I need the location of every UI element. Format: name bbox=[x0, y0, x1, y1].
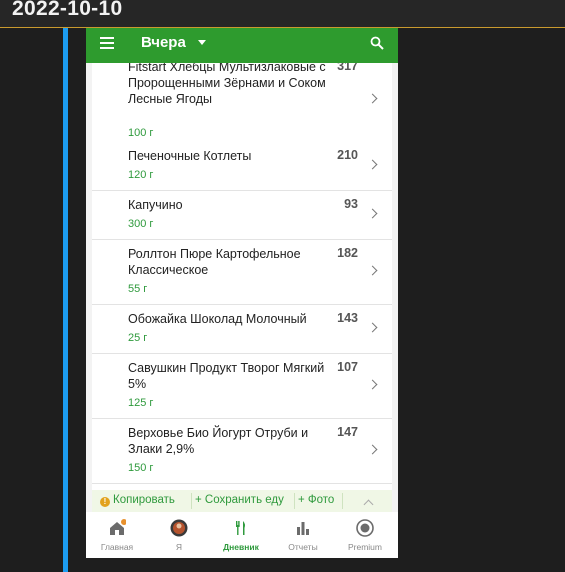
nav-label: Отчеты bbox=[288, 542, 318, 552]
food-calories: 147 bbox=[337, 425, 358, 439]
copy-icon: ! bbox=[100, 497, 110, 507]
food-item[interactable]: Роллтон Пюре Картофельное Классическое 1… bbox=[92, 240, 392, 305]
food-calories: 210 bbox=[337, 148, 358, 162]
meal-action-bar: ! Копировать + Сохранить еду + Фото bbox=[92, 490, 392, 512]
divider bbox=[191, 493, 192, 509]
nav-home[interactable]: Главная bbox=[86, 512, 148, 558]
accent-bar bbox=[63, 28, 68, 572]
search-icon[interactable] bbox=[370, 36, 384, 50]
food-item[interactable]: Савушкин Продукт Творог Мягкий 5% 107 12… bbox=[92, 354, 392, 419]
food-amount: 25 г bbox=[128, 332, 148, 344]
food-name: Савушкин Продукт Творог Мягкий 5% bbox=[128, 361, 325, 391]
food-calories: 182 bbox=[337, 246, 358, 260]
menu-icon[interactable] bbox=[100, 37, 114, 49]
food-item[interactable]: Обожайка Шоколад Молочный 143 25 г bbox=[92, 305, 392, 354]
copy-label: Копировать bbox=[113, 494, 175, 506]
food-name: Роллтон Пюре Картофельное Классическое bbox=[128, 247, 301, 277]
chevron-right-icon bbox=[367, 208, 378, 219]
caret-down-icon[interactable] bbox=[198, 40, 206, 45]
food-item[interactable]: Fitstart Хлебцы Мультизлаковые с Пророще… bbox=[92, 63, 392, 143]
nav-profile[interactable]: Я bbox=[148, 512, 210, 558]
food-item[interactable]: Верховье Био Йогурт Отруби и Злаки 2,9% … bbox=[92, 419, 392, 484]
home-icon bbox=[110, 519, 126, 535]
food-amount: 125 г bbox=[128, 397, 154, 409]
food-name: Верховье Био Йогурт Отруби и Злаки 2,9% bbox=[128, 426, 309, 456]
food-calories: 143 bbox=[337, 311, 358, 325]
nav-label: Я bbox=[175, 542, 183, 552]
divider bbox=[342, 493, 343, 509]
food-calories: 317 bbox=[337, 63, 358, 73]
save-meal-button[interactable]: + Сохранить еду bbox=[195, 494, 284, 506]
food-amount: 120 г bbox=[128, 169, 154, 181]
header-bar: 2022-10-10 bbox=[0, 0, 565, 28]
food-amount: 300 г bbox=[128, 218, 154, 230]
food-name: Обожайка Шоколад Молочный bbox=[128, 312, 307, 326]
food-item[interactable]: Печеночные Котлеты 210 120 г bbox=[92, 142, 392, 191]
nav-label: Premium bbox=[347, 542, 382, 552]
bar-chart-icon bbox=[297, 522, 309, 535]
chevron-right-icon bbox=[367, 379, 378, 390]
nav-label: Главная bbox=[100, 542, 134, 552]
nav-premium[interactable]: Premium bbox=[334, 512, 396, 558]
app-bar: Вчера bbox=[86, 28, 398, 63]
chevron-right-icon bbox=[367, 93, 378, 104]
copy-button[interactable]: ! Копировать bbox=[100, 494, 175, 507]
nav-diary[interactable]: Дневник bbox=[210, 512, 272, 558]
food-name: Печеночные Котлеты bbox=[128, 149, 252, 163]
bottom-nav: Главная Я Дневник Отчеты Premium bbox=[86, 512, 398, 558]
chevron-right-icon bbox=[367, 159, 378, 170]
chevron-right-icon bbox=[367, 444, 378, 455]
day-selector[interactable]: Вчера bbox=[141, 34, 186, 51]
food-name: Fitstart Хлебцы Мультизлаковые с Пророще… bbox=[128, 63, 326, 106]
food-amount: 150 г bbox=[128, 462, 154, 474]
divider bbox=[294, 493, 295, 509]
phone-screen: Вчера Fitstart Хлебцы Мультизлаковые с П… bbox=[86, 28, 398, 558]
chevron-up-icon[interactable] bbox=[363, 499, 374, 510]
date-title: 2022-10-10 bbox=[12, 0, 123, 20]
food-calories: 93 bbox=[344, 197, 358, 211]
food-amount: 100 г bbox=[128, 127, 154, 139]
nav-label: Дневник bbox=[223, 542, 259, 552]
premium-icon bbox=[356, 519, 374, 537]
food-amount: 55 г bbox=[128, 283, 148, 295]
fork-knife-icon bbox=[236, 521, 245, 535]
food-item[interactable]: Капучино 93 300 г bbox=[92, 191, 392, 240]
nav-reports[interactable]: Отчеты bbox=[272, 512, 334, 558]
add-photo-button[interactable]: + Фото bbox=[298, 494, 334, 506]
chevron-right-icon bbox=[367, 265, 378, 276]
food-name: Капучино bbox=[128, 198, 183, 212]
food-list: Fitstart Хлебцы Мультизлаковые с Пророще… bbox=[92, 63, 392, 490]
chevron-right-icon bbox=[367, 322, 378, 333]
avatar bbox=[170, 519, 188, 537]
food-calories: 107 bbox=[337, 360, 358, 374]
